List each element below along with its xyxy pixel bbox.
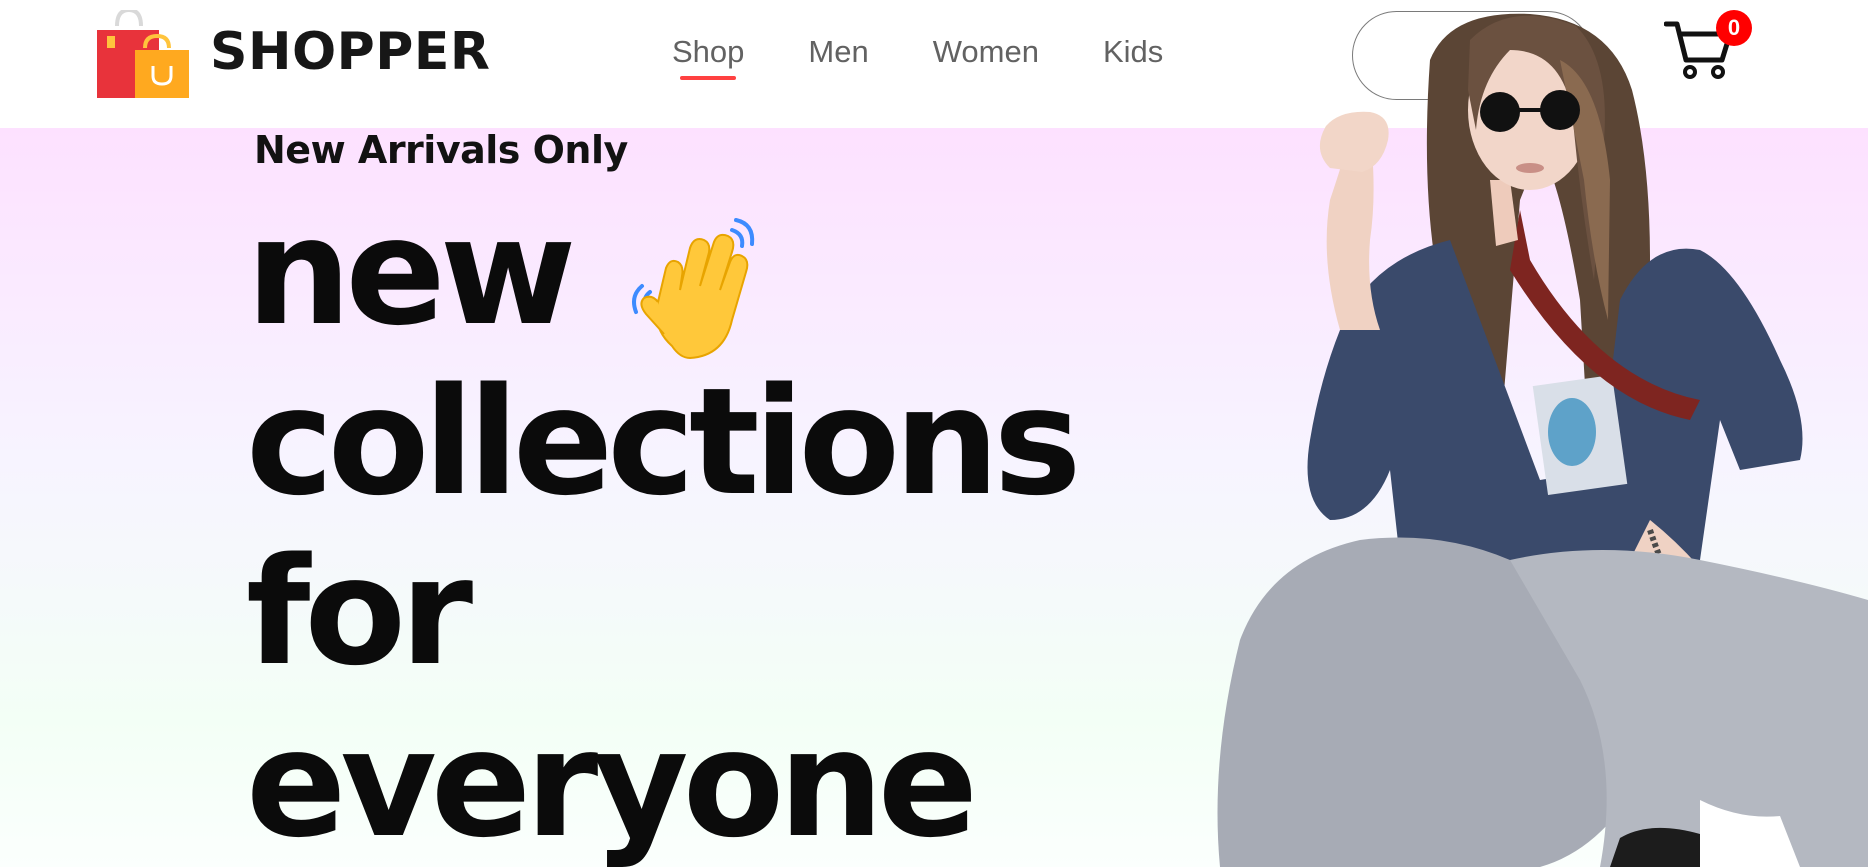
hero-tagline: New Arrivals Only [254,128,628,172]
nav-item-label: Shop [672,34,745,69]
hero-headline-line: new [246,186,576,358]
hero-model-image [1217,13,1868,867]
nav-item-kids[interactable]: Kids [1103,34,1163,70]
nav-item-label: Men [808,34,869,69]
active-underline [680,76,737,80]
main-nav: Shop Men Women Kids [672,34,1163,80]
nav-item-men[interactable]: Men [808,34,868,70]
nav-item-label: Women [932,34,1039,69]
nav-item-shop[interactable]: Shop [672,34,745,80]
logo[interactable] [95,10,191,100]
shopping-bag-icon [97,10,189,98]
waving-hand-icon [632,218,755,360]
hero-headline-line: everyone [246,698,978,867]
brand-name[interactable]: SHOPPER [210,22,490,82]
nav-item-label: Kids [1102,34,1164,69]
hero-headline-line: collections [246,356,1082,528]
nav-item-women[interactable]: Women [933,34,1039,70]
hero-headline-line: for [246,526,473,698]
